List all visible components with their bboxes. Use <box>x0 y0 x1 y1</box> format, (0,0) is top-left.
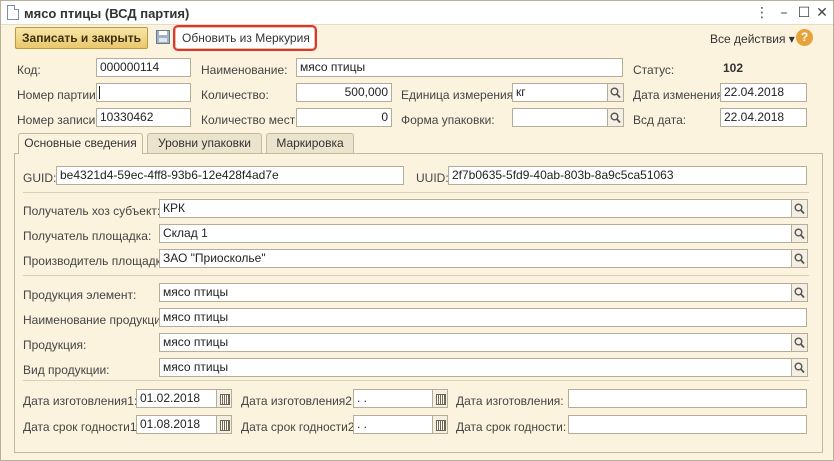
exp-date1-field[interactable]: 01.08.2018 <box>136 415 217 434</box>
calendar-icon[interactable] <box>433 389 448 408</box>
uuid-field[interactable]: 2f7b0635-5fd9-40ab-803b-8a9c5ca51063 <box>448 166 807 185</box>
separator <box>23 192 809 193</box>
record-number-label: Номер записи: <box>17 113 99 127</box>
product-element-search-icon[interactable] <box>792 283 808 302</box>
calendar-icon[interactable] <box>217 415 232 434</box>
tab-panel <box>14 153 823 453</box>
recipient-site-label: Получатель площадка: <box>23 229 152 243</box>
unit-search-icon[interactable] <box>608 83 624 102</box>
maximize-icon[interactable]: ☐ <box>795 4 813 22</box>
pack-form-search-icon[interactable] <box>608 108 624 127</box>
name-label: Наименование: <box>201 63 288 77</box>
code-label: Код: <box>17 63 41 77</box>
places-count-field[interactable]: 0 <box>296 108 392 127</box>
mfg-date2-label: Дата изготовления2: <box>241 394 356 408</box>
status-value: 102 <box>723 61 744 75</box>
tab-main-info[interactable]: Основные сведения <box>18 133 143 154</box>
product-kind-field[interactable]: мясо птицы <box>159 358 792 377</box>
record-number-field[interactable]: 10330462 <box>96 108 191 127</box>
recipient-field[interactable]: КРК <box>159 199 792 218</box>
changed-date-field[interactable]: 22.04.2018 <box>720 83 807 102</box>
unit-field[interactable]: кг <box>512 83 608 102</box>
status-label: Статус: <box>633 63 675 77</box>
batch-number-field[interactable] <box>96 83 191 102</box>
guid-label: GUID: <box>23 171 57 185</box>
mfg-date1-label: Дата изготовления1: <box>23 394 138 408</box>
product-kind-label: Вид продукции: <box>23 363 110 377</box>
product-label: Продукция: <box>23 338 87 352</box>
product-element-field[interactable]: мясо птицы <box>159 283 792 302</box>
calendar-icon[interactable] <box>433 415 448 434</box>
quantity-label: Количество: <box>201 88 269 102</box>
producer-site-label: Производитель площадка: <box>23 254 172 268</box>
update-from-mercury-button[interactable]: Обновить из Меркурия <box>173 25 317 51</box>
tab-marking[interactable]: Маркировка <box>266 133 354 153</box>
recipient-label: Получатель хоз субъект: <box>23 204 161 218</box>
more-icon[interactable]: ⋮ <box>753 4 771 22</box>
mfg-date-label: Дата изготовления: <box>456 394 564 408</box>
guid-field[interactable]: be4321d4-59ec-4ff8-93b6-12e428f4ad7e <box>56 166 404 185</box>
vsd-date-field[interactable]: 22.04.2018 <box>720 108 807 127</box>
producer-site-field[interactable]: ЗАО "Приосколье" <box>159 249 792 268</box>
exp-date1-label: Дата срок годности1: <box>23 420 140 434</box>
exp-date-label: Дата срок годности: <box>456 420 567 434</box>
producer-site-search-icon[interactable] <box>792 249 808 268</box>
recipient-site-field[interactable]: Склад 1 <box>159 224 792 243</box>
places-count-label: Количество мест: <box>201 113 299 127</box>
product-name-label: Наименование продукции: <box>23 313 171 327</box>
quantity-field[interactable]: 500,000 <box>296 83 392 102</box>
product-search-icon[interactable] <box>792 333 808 352</box>
tab-packaging-levels[interactable]: Уровни упаковки <box>147 133 262 153</box>
recipient-site-search-icon[interactable] <box>792 224 808 243</box>
calendar-icon[interactable] <box>217 389 232 408</box>
product-name-field[interactable]: мясо птицы <box>159 308 807 327</box>
exp-date-field[interactable] <box>568 415 807 434</box>
exp-date2-field[interactable]: . . <box>353 415 433 434</box>
close-icon[interactable]: ✕ <box>813 4 831 22</box>
changed-date-label: Дата изменения: <box>633 88 727 102</box>
mfg-date-field[interactable] <box>568 389 807 408</box>
vsd-date-label: Всд дата: <box>633 113 687 127</box>
all-actions-menu[interactable]: Все действия ▾ <box>710 32 795 46</box>
pack-form-field[interactable] <box>512 108 608 127</box>
product-kind-search-icon[interactable] <box>792 358 808 377</box>
help-icon[interactable]: ? <box>796 29 813 46</box>
document-icon <box>7 5 19 20</box>
product-element-label: Продукция элемент: <box>23 288 137 302</box>
unit-label: Единица измерения: <box>401 88 517 102</box>
code-field[interactable]: 000000114 <box>96 58 191 77</box>
name-field[interactable]: мясо птицы <box>296 58 623 77</box>
separator <box>23 380 809 381</box>
batch-number-label: Номер партии: <box>17 88 100 102</box>
exp-date2-label: Дата срок годности2: <box>241 420 358 434</box>
form-window: мясо птицы (ВСД партия) ⋮ – ☐ ✕ Записать… <box>0 0 834 461</box>
mfg-date1-field[interactable]: 01.02.2018 <box>136 389 217 408</box>
save-and-close-button[interactable]: Записать и закрыть <box>15 27 148 49</box>
mfg-date2-field[interactable]: . . <box>353 389 433 408</box>
product-field[interactable]: мясо птицы <box>159 333 792 352</box>
window-title: мясо птицы (ВСД партия) <box>24 6 190 21</box>
minimize-icon[interactable]: – <box>775 4 793 22</box>
pack-form-label: Форма упаковки: <box>401 113 495 127</box>
uuid-label: UUID: <box>416 171 449 185</box>
title-bar: мясо птицы (ВСД партия) ⋮ – ☐ ✕ <box>1 1 833 25</box>
separator <box>23 275 809 276</box>
save-icon[interactable] <box>156 30 170 44</box>
recipient-search-icon[interactable] <box>792 199 808 218</box>
